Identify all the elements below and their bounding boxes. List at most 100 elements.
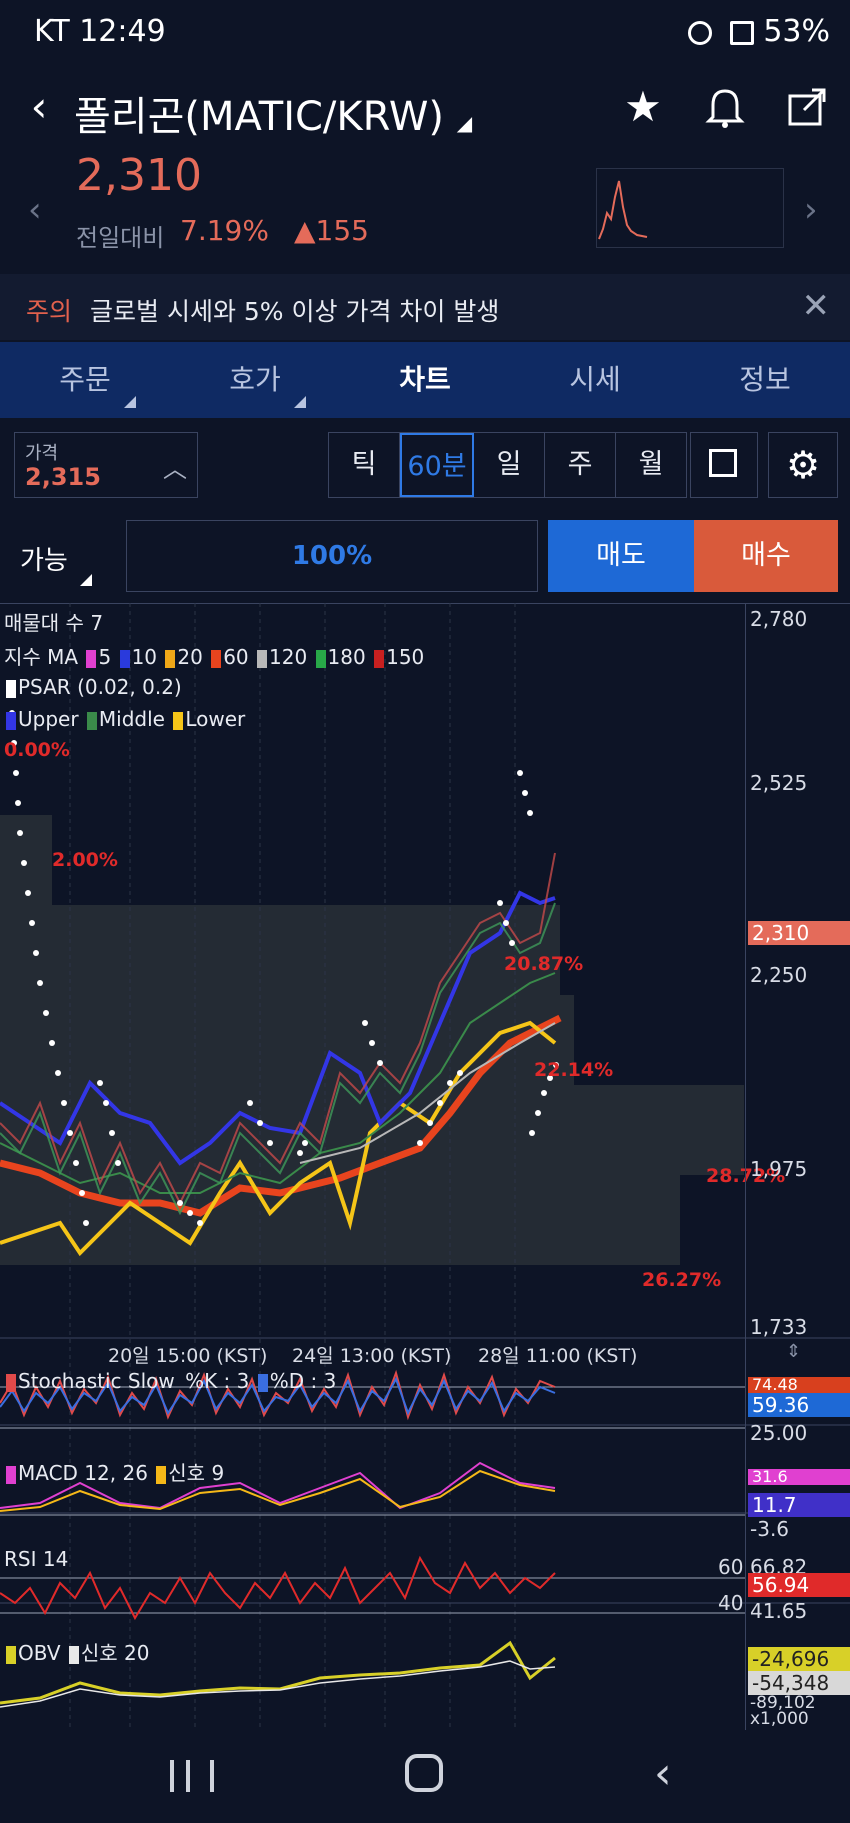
gear-icon[interactable]: ⚙ [768, 432, 838, 498]
legend-bands: Upper Middle Lower [4, 707, 245, 731]
chart-area[interactable]: 매물대 수 7 지수 MA 5 10 20 60 120 180 150 PSA… [0, 603, 850, 1738]
tab-orderbook[interactable]: 호가 [170, 342, 340, 418]
legend-ma-120: 120 [269, 645, 308, 669]
legend-psar-label: PSAR (0.02, 0.2) [18, 675, 182, 699]
back-nav-icon[interactable]: ‹ [654, 1748, 672, 1799]
x-tick-1: 24일 13:00 (KST) [292, 1345, 452, 1367]
chevron-up-icon: ︿ [163, 455, 187, 483]
profile-pct-3: 22.14% [534, 1059, 614, 1081]
macd-signal: 신호 9 [168, 1461, 225, 1485]
price-selector[interactable]: 가격 2,315 ︿ [14, 432, 198, 498]
legend-volume-profile: 매물대 수 7 [4, 611, 104, 635]
current-price: 2,310 [76, 150, 202, 201]
page-title[interactable]: 폴리곤(MATIC/KRW) ◢ [74, 84, 472, 142]
system-nav-bar: ‹ [0, 1730, 850, 1823]
current-price-tag: 2,310 [748, 921, 850, 945]
tab-info[interactable]: 정보 [680, 342, 850, 418]
legend-ma-180: 180 [327, 645, 366, 669]
legend-psar: PSAR (0.02, 0.2) [4, 675, 182, 699]
change-amount: ▲155 [294, 214, 369, 247]
legend-obv: OBV 신호 20 [4, 1637, 150, 1666]
profile-pct-1: 2.00% [52, 849, 118, 871]
period-month[interactable]: 월 [616, 433, 686, 497]
legend-middle: Middle [98, 707, 165, 731]
y-tick-0: 2,780 [750, 607, 808, 631]
star-icon[interactable]: ★ [618, 82, 668, 132]
share-icon[interactable] [782, 82, 832, 132]
x-tick-2: 28일 11:00 (KST) [478, 1345, 638, 1367]
stoch-value-0: 74.48 [748, 1377, 850, 1393]
tab-bar: 주문 호가 차트 시세 정보 [0, 342, 850, 418]
macd-value-2: -3.6 [750, 1517, 790, 1541]
price-selector-value: 2,315 [25, 463, 101, 491]
prev-coin-icon[interactable]: ‹ [28, 190, 42, 230]
notice-banner: 주의 글로벌 시세와 5% 이상 가격 차이 발생 ✕ [0, 274, 850, 340]
tab-chart-label: 차트 [399, 363, 451, 396]
available-dropdown-icon [80, 574, 92, 586]
recent-apps-icon[interactable] [170, 1760, 214, 1792]
legend-macd: MACD 12, 26 신호 9 [4, 1457, 224, 1486]
bell-icon[interactable] [700, 82, 750, 132]
y-axis-line [745, 603, 746, 1738]
available-label[interactable]: 가능 [20, 540, 68, 577]
y-tick-4: 1,733 [750, 1315, 808, 1339]
rsi-value-1: 56.94 [748, 1573, 850, 1597]
profile-pct-5: 26.27% [642, 1269, 722, 1291]
y-tick-3: 1,975 [750, 1157, 808, 1181]
tab-order[interactable]: 주문 [0, 342, 170, 418]
status-right: 53% [680, 14, 830, 49]
obv-signal: 신호 20 [80, 1641, 150, 1665]
tab-quotes[interactable]: 시세 [510, 342, 680, 418]
tab-order-label: 주문 [59, 363, 111, 396]
period-day[interactable]: 일 [474, 433, 545, 497]
close-icon[interactable]: ✕ [802, 286, 831, 326]
x-tick-0: 20일 15:00 (KST) [108, 1345, 268, 1367]
obv-unit: x1,000 [750, 1709, 809, 1729]
ratio-selector[interactable]: 100% [126, 520, 538, 592]
tab-chart[interactable]: 차트 [340, 342, 510, 418]
stochastic-title: Stochastic Slow [18, 1369, 175, 1393]
status-bar: KT 12:49 53% [0, 0, 850, 64]
home-icon[interactable] [405, 1754, 443, 1792]
price-selector-label: 가격 [25, 443, 59, 464]
sell-button[interactable]: 매도 [548, 520, 694, 592]
signal-icon [729, 20, 754, 45]
rsi-level-40: 40 [718, 1591, 744, 1615]
stoch-value-2: 25.00 [750, 1421, 808, 1445]
obv-value-1: -54,348 [748, 1671, 850, 1695]
alarm-icon [688, 20, 713, 45]
obv-value-0: -24,696 [748, 1647, 850, 1671]
back-icon[interactable]: ‹ [14, 82, 64, 132]
y-tick-1: 2,525 [750, 771, 808, 795]
change-label: 전일대비 [76, 224, 165, 252]
period-tick[interactable]: 틱 [329, 433, 400, 497]
legend-ma-label: 지수 MA [4, 645, 79, 669]
pane-resize-icon[interactable]: ⇕ [786, 1341, 801, 1362]
tab-info-label: 정보 [739, 363, 791, 396]
profile-pct-2: 20.87% [504, 953, 584, 975]
next-coin-icon[interactable]: › [804, 190, 818, 230]
change-pct: 7.19% [180, 214, 269, 247]
legend-ma-20: 20 [177, 645, 203, 669]
y-tick-2: 2,250 [750, 963, 808, 987]
legend-ma: 지수 MA 5 10 20 60 120 180 150 [4, 641, 424, 670]
legend-ma-150: 150 [386, 645, 425, 669]
legend-lower: Lower [185, 707, 246, 731]
stochastic-d: %D : 3 [269, 1369, 337, 1393]
profile-pct-0: 0.00% [4, 739, 70, 761]
period-week[interactable]: 주 [545, 433, 616, 497]
legend-ma-5: 5 [98, 645, 112, 669]
stoch-value-1: 59.36 [748, 1393, 850, 1417]
tab-orderbook-label: 호가 [229, 363, 281, 396]
legend-upper: Upper [18, 707, 79, 731]
macd-value-1: 11.7 [748, 1493, 850, 1517]
tab-quotes-label: 시세 [569, 363, 621, 396]
legend-rsi: RSI 14 [4, 1547, 69, 1571]
fullscreen-button[interactable] [690, 432, 758, 498]
legend-ma-10: 10 [131, 645, 158, 669]
square-icon [709, 449, 737, 477]
period-60min[interactable]: 60분 [400, 433, 474, 497]
status-time: KT 12:49 [34, 14, 166, 49]
buy-button[interactable]: 매수 [694, 520, 838, 592]
legend-stochastic: Stochastic Slow %K : 3 %D : 3 [4, 1369, 336, 1393]
